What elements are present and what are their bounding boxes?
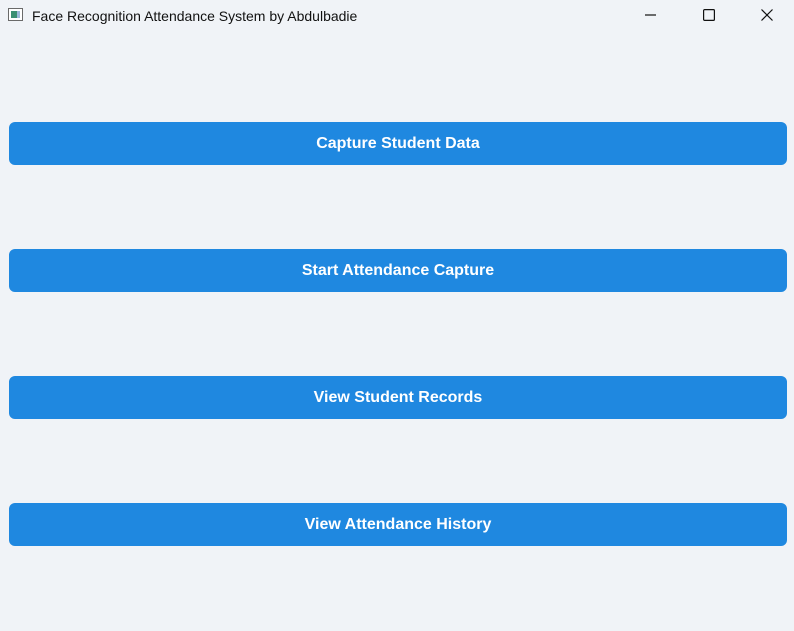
- view-student-records-button[interactable]: View Student Records: [9, 376, 787, 419]
- app-window-icon: [8, 8, 23, 21]
- title-bar[interactable]: Face Recognition Attendance System by Ab…: [0, 0, 794, 31]
- button-label: View Student Records: [313, 388, 483, 406]
- maximize-button[interactable]: [686, 0, 732, 31]
- view-attendance-history-button[interactable]: View Attendance History: [9, 503, 787, 546]
- close-button[interactable]: [744, 0, 790, 31]
- button-label: View Attendance History: [304, 515, 492, 533]
- close-icon: [761, 9, 773, 21]
- button-label: Start Attendance Capture: [301, 261, 495, 279]
- start-attendance-capture-button[interactable]: Start Attendance Capture: [9, 249, 787, 292]
- minimize-icon: [645, 14, 656, 16]
- button-label: Capture Student Data: [316, 134, 480, 152]
- maximize-icon: [703, 9, 715, 21]
- minimize-button[interactable]: [628, 0, 674, 31]
- window-title: Face Recognition Attendance System by Ab…: [32, 8, 358, 24]
- capture-student-data-button[interactable]: Capture Student Data: [9, 122, 787, 165]
- app-window: Face Recognition Attendance System by Ab…: [0, 0, 794, 631]
